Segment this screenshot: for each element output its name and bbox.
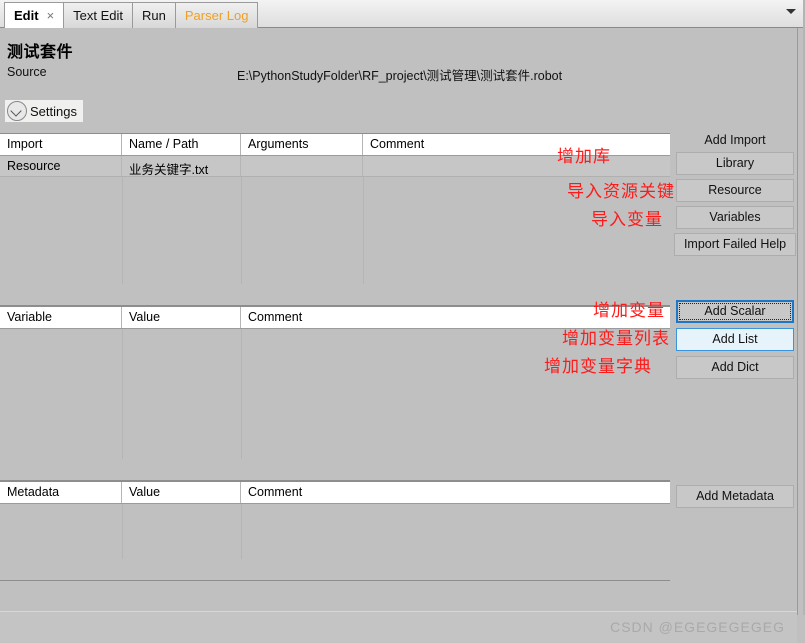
metadata-table-body[interactable] [0,504,670,559]
annotation-add-dict: 增加变量字典 [544,357,652,377]
library-button[interactable]: Library [676,152,794,175]
column-separator [363,177,364,284]
application-window: Edit × Text Edit Run Parser Log 测试套件 Sou… [0,0,805,643]
column-separator [241,177,242,284]
chevron-down-circle-icon [7,101,27,121]
status-bar: CSDN @EGEGEGEGEG [0,611,797,643]
annotation-add-scalar: 增加变量 [593,301,665,321]
source-path-value: E:\PythonStudyFolder\RF_project\测试管理\测试套… [237,69,563,83]
add-metadata-button[interactable]: Add Metadata [676,485,794,508]
tab-run[interactable]: Run [133,2,176,28]
annotation-add-list: 增加变量列表 [562,329,670,349]
source-label: Source [7,65,47,79]
column-header-value: Value [122,482,241,503]
add-dict-button[interactable]: Add Dict [676,356,794,379]
import-failed-help-button[interactable]: Import Failed Help [674,233,796,256]
column-header-metadata: Metadata [0,482,122,503]
column-separator [122,329,123,459]
metadata-table-empty-area[interactable] [0,504,670,559]
variables-button[interactable]: Variables [676,206,794,229]
tab-edit[interactable]: Edit × [4,2,65,28]
resource-button[interactable]: Resource [676,179,794,202]
column-separator [122,177,123,284]
settings-label: Settings [30,103,77,119]
add-import-title: Add Import [704,133,766,147]
add-scalar-button[interactable]: Add Scalar [676,300,794,323]
cell-arguments[interactable] [241,156,363,176]
chevron-down-icon[interactable] [786,9,796,14]
cell-comment[interactable] [363,156,670,176]
panel-divider [797,28,798,615]
column-separator [122,504,123,559]
tab-parser-log[interactable]: Parser Log [175,2,259,28]
column-header-comment: Comment [248,485,303,499]
column-header-variable: Variable [0,307,122,328]
column-header-import: Import [0,134,122,155]
import-table-body[interactable]: Resource 业务关键字.txt [0,156,670,284]
column-separator [241,504,242,559]
tab-run-label: Run [142,8,166,23]
column-header-name-path: Name / Path [122,134,241,155]
annotation-add-library: 增加库 [557,147,611,167]
add-list-button[interactable]: Add List [676,328,794,351]
annotation-import-variables: 导入变量 [591,210,663,230]
settings-expander[interactable]: Settings [5,100,83,122]
tab-edit-label: Edit [14,8,39,23]
column-header-value: Value [122,307,241,328]
tab-bar: Edit × Text Edit Run Parser Log [0,0,805,28]
column-header-arguments: Arguments [241,134,363,155]
page-title: 测试套件 [7,44,74,61]
cell-name-path[interactable]: 业务关键字.txt [122,156,241,176]
column-separator [241,329,242,459]
close-icon[interactable]: × [47,9,55,22]
metadata-table-header: Metadata Value Comment [0,482,670,504]
watermark-text: CSDN @EGEGEGEGEG [610,619,785,635]
tab-text-edit-label: Text Edit [73,8,124,23]
annotation-import-resource: 导入资源关键字 [567,182,693,202]
metadata-table[interactable]: Metadata Value Comment [0,481,670,581]
column-header-comment: Comment [370,137,425,151]
tab-text-edit[interactable]: Text Edit [64,2,134,28]
tab-strip: Edit × Text Edit Run Parser Log [4,2,259,28]
editor-content: 测试套件 Source E:\PythonStudyFolder\RF_proj… [0,28,799,643]
cell-import[interactable]: Resource [0,156,122,176]
tab-parser-log-label: Parser Log [184,8,249,23]
